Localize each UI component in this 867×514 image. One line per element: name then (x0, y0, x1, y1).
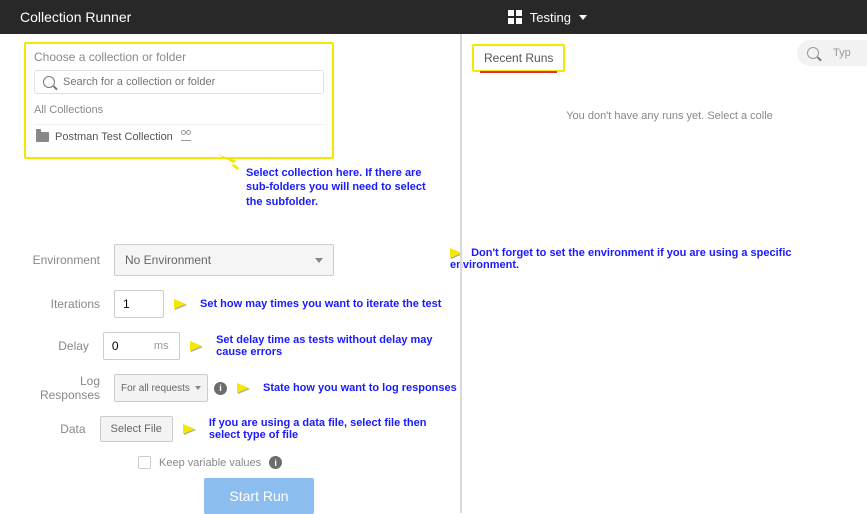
chevron-down-icon (579, 15, 587, 20)
search-icon (43, 76, 55, 88)
chevron-down-icon (195, 386, 201, 390)
delay-input-wrap: ms (103, 332, 180, 360)
runs-search-placeholder: Typ (833, 47, 851, 59)
runner-config-panel: Choose a collection or folder All Collec… (0, 34, 460, 513)
environment-value: No Environment (125, 253, 211, 267)
start-run-button[interactable]: Start Run (204, 478, 314, 514)
arrow-icon (237, 383, 249, 393)
collection-picker-heading: Choose a collection or folder (34, 50, 324, 64)
active-env-label: Testing (530, 10, 571, 25)
collection-item-name: Postman Test Collection (55, 131, 173, 143)
log-responses-label: Log Responses (24, 374, 114, 402)
select-file-button[interactable]: Select File (100, 416, 173, 442)
recent-runs-tab[interactable]: Recent Runs (474, 46, 563, 70)
keep-variables-row: Keep variable values i (138, 456, 460, 469)
arrow-icon (183, 424, 195, 434)
runs-search[interactable]: Typ (797, 40, 867, 66)
delay-unit: ms (154, 340, 175, 352)
environment-label: Environment (24, 253, 114, 267)
iterations-input[interactable] (114, 290, 164, 318)
annotation-delay: Set delay time as tests without delay ma… (216, 334, 460, 358)
environment-select[interactable]: No Environment (114, 244, 334, 276)
log-responses-value: For all requests (121, 383, 190, 394)
no-runs-message: You don't have any runs yet. Select a co… (472, 110, 867, 122)
active-environment-selector[interactable]: Testing (508, 10, 587, 25)
collection-picker: Choose a collection or folder All Collec… (24, 42, 334, 159)
annotation-data: If you are using a data file, select fil… (209, 417, 460, 441)
active-tab-underline (480, 71, 557, 73)
arrow-icon (190, 341, 202, 351)
arrow-icon (174, 299, 186, 309)
recent-runs-highlight: Recent Runs (472, 44, 565, 72)
delay-label: Delay (24, 339, 103, 353)
grid-icon (508, 10, 522, 24)
collection-item[interactable]: Postman Test Collection (34, 124, 324, 149)
annotation-log: State how you want to log responses (263, 382, 457, 394)
chevron-down-icon (315, 258, 323, 263)
annotation-collection: Select collection here. If there are sub… (246, 166, 436, 209)
arrow-icon (215, 152, 243, 170)
collection-search[interactable] (34, 70, 324, 94)
app-title: Collection Runner (20, 9, 508, 25)
all-collections-label: All Collections (34, 104, 324, 116)
keep-variables-checkbox[interactable] (138, 456, 151, 469)
log-responses-select[interactable]: For all requests (114, 374, 208, 402)
app-header: Collection Runner Testing (0, 0, 867, 34)
share-icon (181, 133, 191, 141)
collection-search-input[interactable] (63, 76, 315, 88)
search-icon (807, 47, 819, 59)
folder-icon (36, 132, 49, 142)
recent-runs-panel: Recent Runs Typ You don't have any runs … (460, 34, 867, 513)
info-icon[interactable]: i (269, 456, 282, 469)
delay-input[interactable] (104, 339, 154, 353)
annotation-iterations: Set how may times you want to iterate th… (200, 298, 441, 310)
keep-variables-label: Keep variable values (159, 457, 261, 469)
iterations-label: Iterations (24, 297, 114, 311)
data-label: Data (24, 422, 100, 436)
info-icon[interactable]: i (214, 382, 227, 395)
